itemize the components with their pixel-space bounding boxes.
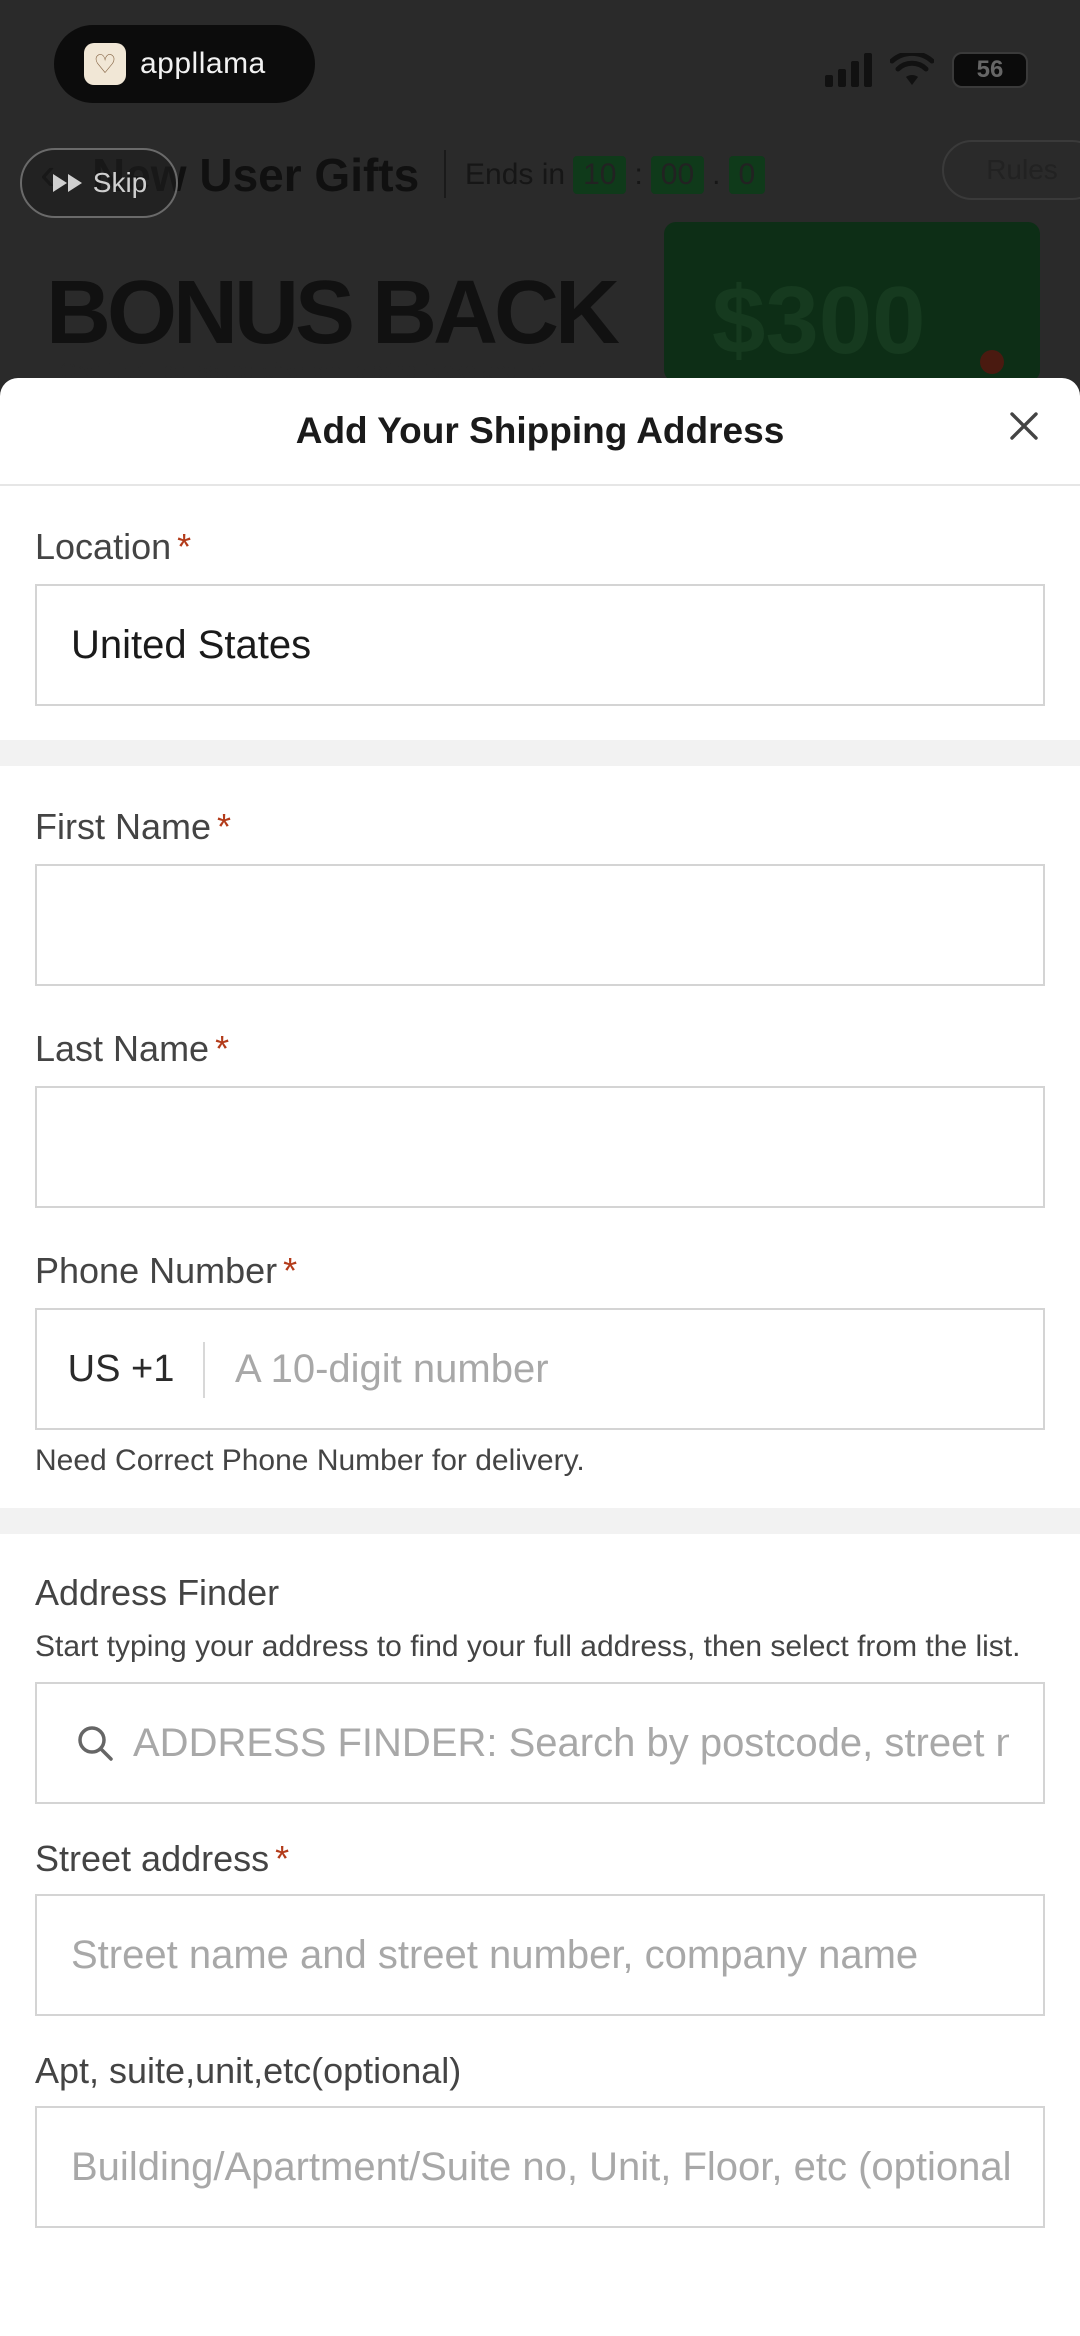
last-name-field[interactable]: [35, 1086, 1045, 1208]
ends-in-label: Ends in: [465, 158, 566, 191]
sheet-title: Add Your Shipping Address: [295, 410, 785, 451]
phone-label: Phone Number *: [35, 1250, 298, 1291]
bonus-headline: BONUS BACK: [46, 263, 620, 363]
fast-forward-icon: [52, 174, 82, 192]
address-finder-label: Address Finder: [35, 1572, 280, 1613]
app-name: appllama: [140, 47, 266, 80]
timer-tenths: 0: [728, 156, 766, 194]
timer-hours: 10: [573, 156, 627, 194]
address-finder-input[interactable]: ADDRESS FINDER: Search by postcode, stre…: [35, 1682, 1045, 1804]
phone-input[interactable]: A 10-digit number: [205, 1347, 549, 1392]
required-mark: *: [283, 1250, 298, 1291]
countdown: Ends in 10 : 00 . 0: [465, 156, 766, 194]
shipping-address-sheet: Add Your Shipping Address Location * Unit…: [0, 378, 1080, 2336]
section-divider: [0, 1508, 1080, 1534]
system-icons: 56: [825, 52, 1028, 88]
first-name-field[interactable]: [35, 864, 1045, 986]
location-label: Location *: [35, 526, 192, 567]
street-placeholder: Street name and street number, company n…: [71, 1932, 919, 1977]
contact-section: First Name * Last Name * Phone Number * US …: [0, 766, 1080, 1508]
battery-icon: 56: [952, 52, 1028, 88]
required-mark: *: [215, 1028, 230, 1069]
section-divider: [0, 740, 1080, 766]
skip-label: Skip: [92, 167, 148, 198]
last-name-label: Last Name *: [35, 1028, 230, 1069]
location-value: United States: [71, 622, 312, 667]
llama-logo-icon: ♡: [84, 43, 126, 85]
address-section: Address Finder Start typing your address…: [0, 1534, 1080, 2228]
country-code-selector[interactable]: US +1: [37, 1310, 205, 1428]
bonus-amount: $300: [712, 267, 926, 374]
status-bar: ♡ appllama 56: [0, 0, 1080, 130]
address-finder-placeholder: ADDRESS FINDER: Search by postcode, stre…: [133, 1720, 1009, 1765]
apt-placeholder: Building/Apartment/Suite no, Unit, Floor…: [71, 2144, 1009, 2189]
bottom-safe-area: [0, 2240, 1080, 2336]
divider: [444, 150, 446, 198]
close-icon: [1010, 412, 1038, 440]
badge-dot: [980, 350, 1004, 374]
location-section: Location * United States: [0, 486, 1080, 740]
street-label: Street address *: [35, 1838, 290, 1879]
location-select[interactable]: United States: [35, 584, 1045, 706]
timer-minutes: 00: [650, 156, 705, 194]
signal-icon: [825, 53, 872, 87]
apt-label: Apt, suite,unit,etc(optional): [35, 2050, 462, 2091]
address-finder-description: Start typing your address to find your f…: [35, 1630, 1021, 1663]
skip-button[interactable]: Skip: [20, 148, 178, 218]
phone-field[interactable]: US +1 A 10-digit number: [35, 1308, 1045, 1430]
first-name-label: First Name *: [35, 806, 232, 847]
phone-help-text: Need Correct Phone Number for delivery.: [35, 1444, 585, 1477]
search-icon: [78, 1726, 113, 1761]
required-mark: *: [275, 1838, 290, 1879]
required-mark: *: [177, 526, 192, 567]
apt-input[interactable]: Building/Apartment/Suite no, Unit, Floor…: [35, 2106, 1045, 2228]
required-mark: *: [217, 806, 232, 847]
street-address-input[interactable]: Street name and street number, company n…: [35, 1894, 1045, 2016]
rules-button: Rules: [942, 140, 1080, 200]
wifi-icon: [890, 53, 934, 85]
close-button[interactable]: [1002, 404, 1046, 448]
sheet-header: Add Your Shipping Address: [0, 378, 1080, 486]
app-badge: ♡ appllama: [54, 25, 315, 103]
